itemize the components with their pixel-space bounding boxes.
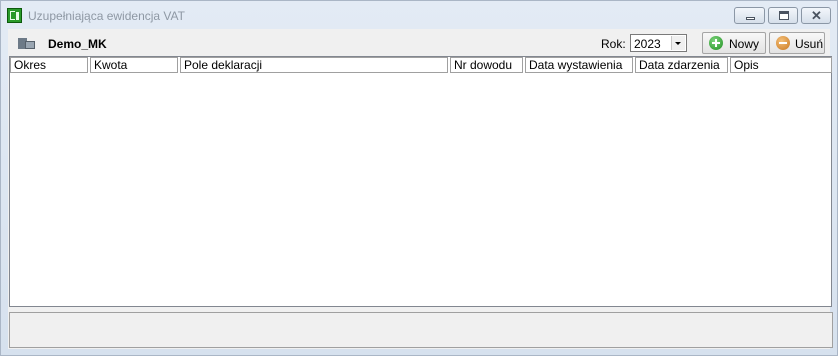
status-panel — [9, 312, 833, 348]
new-button[interactable]: Nowy — [702, 32, 766, 54]
minimize-icon — [746, 17, 755, 20]
delete-button[interactable]: Usuń — [769, 32, 825, 54]
add-icon — [709, 36, 723, 50]
new-button-label: Nowy — [729, 37, 760, 51]
minimize-button[interactable] — [734, 7, 765, 24]
delete-button-label: Usuń — [795, 37, 824, 51]
company-icon — [18, 36, 35, 49]
grid-header: Okres Kwota Pole deklaracji Nr dowodu Da… — [10, 57, 832, 74]
year-label: Rok: — [601, 37, 626, 51]
close-icon: ✕ — [811, 8, 822, 23]
year-select[interactable]: 2023 — [630, 34, 687, 52]
app-icon — [7, 8, 22, 23]
column-header-nr-dowodu[interactable]: Nr dowodu — [450, 57, 523, 73]
grid-body[interactable] — [10, 74, 831, 306]
company-name: Demo_MK — [48, 37, 107, 51]
year-value: 2023 — [634, 37, 661, 51]
maximize-button[interactable] — [768, 7, 798, 24]
toolbar: Demo_MK Rok: 2023 Nowy Usuń — [8, 29, 830, 57]
window-title: Uzupełniająca ewidencja VAT — [28, 9, 185, 23]
title-bar[interactable]: Uzupełniająca ewidencja VAT ✕ — [1, 1, 837, 29]
maximize-icon — [779, 11, 789, 20]
chevron-down-icon[interactable] — [671, 36, 685, 50]
column-header-data-zdarzenia[interactable]: Data zdarzenia — [635, 57, 728, 73]
column-header-opis[interactable]: Opis — [730, 57, 832, 73]
column-header-pole-deklaracji[interactable]: Pole deklaracji — [180, 57, 448, 73]
close-button[interactable]: ✕ — [801, 7, 831, 24]
app-window: Uzupełniająca ewidencja VAT ✕ Demo_MK Ro… — [0, 0, 838, 356]
data-grid[interactable]: Okres Kwota Pole deklaracji Nr dowodu Da… — [9, 56, 832, 307]
remove-icon — [776, 36, 790, 50]
column-header-kwota[interactable]: Kwota — [90, 57, 178, 73]
column-header-okres[interactable]: Okres — [10, 57, 88, 73]
column-header-data-wystawienia[interactable]: Data wystawienia — [525, 57, 633, 73]
client-area: Demo_MK Rok: 2023 Nowy Usuń Okres Kwota … — [8, 29, 833, 349]
